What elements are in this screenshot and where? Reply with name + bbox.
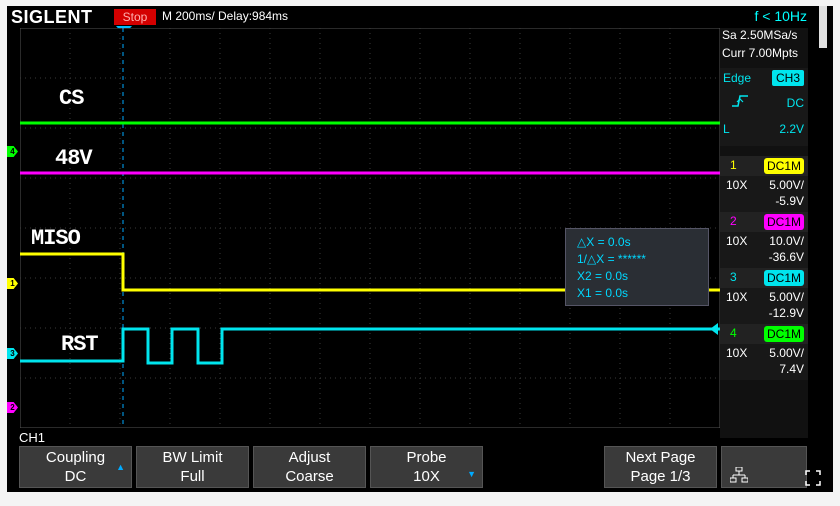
ch2-offset: -36.6V	[768, 250, 804, 264]
bw-limit-value: Full	[180, 468, 205, 485]
ch4-scale: 5.00V/	[769, 346, 804, 360]
annotation-cs: CS	[59, 86, 84, 111]
ch4-offset: 7.4V	[779, 362, 804, 376]
coupling-value: DC	[64, 468, 87, 485]
trigger-coupling: DC	[786, 96, 804, 110]
ch2-level-marker[interactable]: 2	[7, 402, 18, 413]
page-indicator: Page 1/3	[630, 468, 691, 485]
x1-readout: X1 = 0.0s	[577, 286, 629, 300]
bw-limit-softkey[interactable]: BW Limit Full	[136, 446, 249, 488]
trigger-panel[interactable]: Edge CH3 DC L 2.2V	[720, 68, 808, 146]
timebase-readout[interactable]: M 200ms/ Delay:984ms	[162, 9, 288, 23]
ch4-number: 4	[730, 326, 737, 340]
trigger-mode-letter: L	[723, 122, 730, 136]
probe-softkey[interactable]: Probe 10X ▼	[370, 446, 483, 488]
frequency-readout: f < 10Hz	[754, 8, 807, 24]
utility-area	[721, 446, 807, 488]
oscilloscope-screen: SIGLENT Stop M 200ms/ Delay:984ms f < 10…	[7, 6, 833, 492]
trigger-level-marker[interactable]	[710, 323, 718, 335]
ch3-probe: 10X	[726, 290, 748, 304]
ch3-coupling: DC1M	[764, 270, 804, 286]
ch4-probe: 10X	[726, 346, 748, 360]
adjust-label: Adjust	[288, 449, 331, 466]
memory-depth: Curr 7.00Mpts	[722, 46, 799, 60]
ch2-probe: 10X	[726, 234, 748, 248]
ch4-coupling: DC1M	[764, 326, 804, 342]
ch2-number: 2	[730, 214, 737, 228]
ch1-offset: -5.9V	[775, 194, 804, 208]
fullscreen-icon[interactable]	[805, 470, 821, 486]
arrow-up-icon: ▲	[116, 462, 125, 472]
x2-readout: X2 = 0.0s	[577, 269, 629, 283]
ch1-level-marker[interactable]: 1	[7, 278, 18, 289]
ch3-offset: -12.9V	[768, 306, 804, 320]
ch3-number: 3	[730, 270, 737, 284]
sample-rate: Sa 2.50MSa/s	[722, 28, 798, 42]
adjust-softkey[interactable]: Adjust Coarse	[253, 446, 366, 488]
bw-limit-label: BW Limit	[162, 449, 223, 466]
rising-edge-icon	[732, 95, 748, 107]
ch1-probe: 10X	[726, 178, 748, 192]
delta-x-readout: △X = 0.0s	[577, 235, 631, 249]
annotation-rst: RST	[61, 332, 99, 357]
network-icon[interactable]	[730, 467, 748, 483]
trigger-type: Edge	[723, 71, 752, 85]
adjust-value: Coarse	[285, 468, 334, 485]
ch1-number: 1	[730, 158, 737, 172]
next-page-label: Next Page	[625, 449, 696, 466]
coupling-softkey[interactable]: Coupling DC ▲	[19, 446, 132, 488]
ch1-scale: 5.00V/	[769, 178, 804, 192]
inverse-delta-x-readout: 1/△X = ******	[577, 252, 646, 266]
probe-value: 10X	[413, 468, 440, 485]
next-page-softkey[interactable]: Next Page Page 1/3	[604, 446, 717, 488]
ch2-coupling: DC1M	[764, 214, 804, 230]
ch3-level-marker[interactable]: 3	[7, 348, 18, 359]
right-info-panel: Sa 2.50MSa/s Curr 7.00Mpts Edge CH3 DC L…	[720, 28, 808, 438]
brand-logo: SIGLENT	[11, 7, 93, 27]
ch4-level-marker[interactable]: 4	[7, 146, 18, 157]
annotation-48v: 48V	[55, 146, 93, 171]
ch2-scale: 10.0V/	[769, 234, 804, 248]
menu-title: CH1	[19, 430, 46, 445]
scrollbar-track[interactable]	[826, 6, 833, 492]
scrollbar-thumb[interactable]	[819, 6, 827, 48]
trigger-source: CH3	[772, 70, 804, 86]
annotation-miso: MISO	[31, 226, 81, 251]
ch1-coupling: DC1M	[764, 158, 804, 174]
arrow-down-icon: ▼	[467, 469, 476, 479]
run-stop-indicator[interactable]: Stop	[114, 9, 156, 25]
ch3-scale: 5.00V/	[769, 290, 804, 304]
trigger-level: 2.2V	[779, 122, 804, 136]
probe-label: Probe	[406, 449, 447, 466]
coupling-label: Coupling	[45, 449, 106, 466]
cursor-measurement-box: △X = 0.0s 1/△X = ****** X2 = 0.0s X1 = 0…	[565, 228, 709, 306]
